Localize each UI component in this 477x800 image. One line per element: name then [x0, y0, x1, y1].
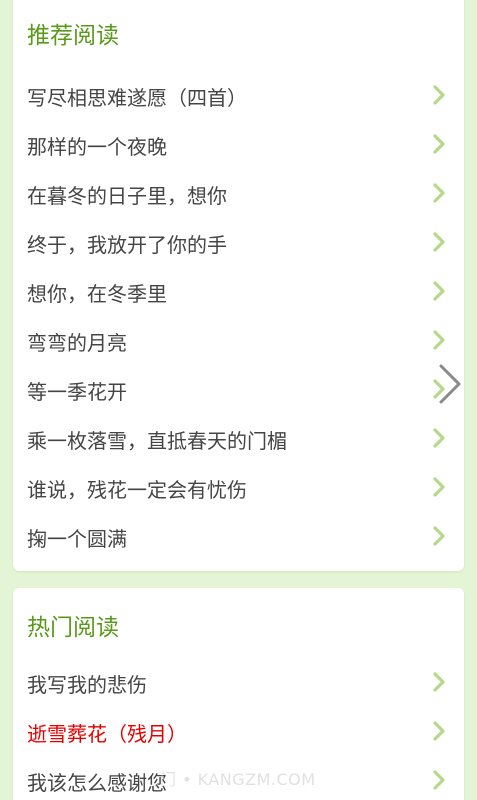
- list-item-label: 终于，我放开了你的手: [27, 233, 227, 257]
- hot-item-2[interactable]: 逝雪葬花（残月）: [13, 710, 464, 759]
- list-item-label: 逝雪葬花（残月）: [27, 722, 187, 746]
- page: 推荐阅读 写尽相思难遂愿（四首） 那样的一个夜晚 在暮冬的日子里，想你 终于，我…: [0, 0, 477, 800]
- recommend-title: 推荐阅读: [27, 23, 119, 49]
- list-item-label: 弯弯的月亮: [27, 331, 127, 355]
- recommend-item-10[interactable]: 掬一个圆满: [13, 515, 464, 564]
- recommend-item-6[interactable]: 弯弯的月亮: [13, 319, 464, 368]
- recommend-item-8[interactable]: 乘一枚落雪，直抵春天的门楣: [13, 417, 464, 466]
- recommend-item-9[interactable]: 谁说，残花一定会有忧伤: [13, 466, 464, 515]
- chevron-right-icon: [433, 85, 445, 105]
- hot-item-1[interactable]: 我写我的悲伤: [13, 661, 464, 710]
- recommend-item-2[interactable]: 那样的一个夜晚: [13, 123, 464, 172]
- list-item-label: 谁说，残花一定会有忧伤: [27, 478, 247, 502]
- list-item-label: 在暮冬的日子里，想你: [27, 184, 227, 208]
- chevron-right-icon: [433, 672, 445, 692]
- hot-title: 热门阅读: [27, 615, 119, 641]
- recommend-item-1[interactable]: 写尽相思难遂愿（四首）: [13, 74, 464, 123]
- chevron-right-icon: [433, 183, 445, 203]
- list-item-label: 想你，在冬季里: [27, 282, 167, 306]
- chevron-right-icon: [433, 721, 445, 741]
- chevron-right-icon: [433, 477, 445, 497]
- list-item-label: 那样的一个夜晚: [27, 135, 167, 159]
- list-item-label: 等一季花开: [27, 380, 127, 404]
- chevron-right-icon: [433, 330, 445, 350]
- chevron-right-icon: [433, 770, 445, 790]
- chevron-right-icon: [433, 134, 445, 154]
- list-item-label: 写尽相思难遂愿（四首）: [27, 86, 247, 110]
- recommend-item-5[interactable]: 想你，在冬季里: [13, 270, 464, 319]
- list-item-label: 掬一个圆满: [27, 527, 127, 551]
- chevron-right-icon: [433, 428, 445, 448]
- list-item-label: 乘一枚落雪，直抵春天的门楣: [27, 429, 287, 453]
- list-item-label: 我写我的悲伤: [27, 673, 147, 697]
- next-arrow-icon[interactable]: [436, 362, 464, 406]
- recommend-item-4[interactable]: 终于，我放开了你的手: [13, 221, 464, 270]
- recommend-card: 推荐阅读 写尽相思难遂愿（四首） 那样的一个夜晚 在暮冬的日子里，想你 终于，我…: [13, 0, 464, 571]
- list-item-label: 我该怎么感谢您: [27, 771, 167, 795]
- recommend-item-3[interactable]: 在暮冬的日子里，想你: [13, 172, 464, 221]
- chevron-right-icon: [433, 526, 445, 546]
- chevron-right-icon: [433, 232, 445, 252]
- chevron-right-icon: [433, 281, 445, 301]
- recommend-item-7[interactable]: 等一季花开: [13, 368, 464, 417]
- watermark-text: 门 • KANGZM.COM: [160, 770, 316, 789]
